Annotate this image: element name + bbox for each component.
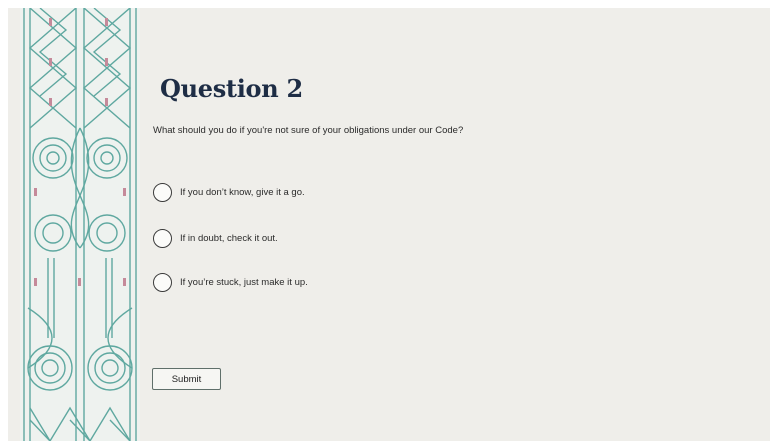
question-content: Question 2 What should you do if you're … (152, 8, 770, 441)
answer-option-label: If in doubt, check it out. (180, 232, 278, 244)
radio-button-icon[interactable] (153, 182, 172, 202)
radio-button-icon[interactable] (153, 228, 172, 248)
answer-option-1[interactable]: If you don’t know, give it a go. (153, 181, 305, 203)
question-prompt: What should you do if you're not sure of… (153, 125, 464, 136)
quiz-page: Question 2 What should you do if you're … (8, 8, 770, 441)
answer-option-2[interactable]: If in doubt, check it out. (153, 227, 278, 249)
answer-option-label: If you’re stuck, just make it up. (180, 276, 308, 288)
question-title: Question 2 (160, 74, 303, 103)
answer-option-3[interactable]: If you’re stuck, just make it up. (153, 271, 308, 293)
kowhaiwhai-pattern-image (23, 8, 137, 441)
radio-button-icon[interactable] (153, 272, 172, 292)
submit-button[interactable]: Submit (152, 368, 221, 390)
decorative-pattern-panel (20, 8, 140, 441)
answer-option-label: If you don’t know, give it a go. (180, 186, 305, 198)
